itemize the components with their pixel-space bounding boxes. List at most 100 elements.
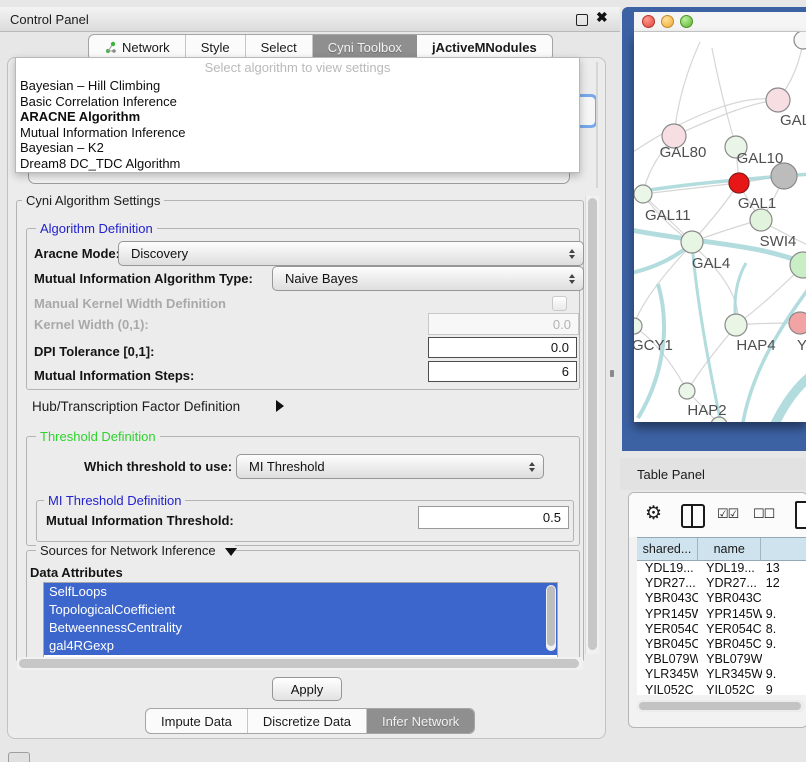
node-label-y: Y bbox=[797, 337, 806, 354]
dropdown-item-dream8-dc-tdc-algorithm[interactable]: Dream8 DC_TDC Algorithm bbox=[16, 156, 579, 172]
cyni-settings-group-title: Cyni Algorithm Settings bbox=[22, 193, 164, 208]
table-cell: YIL052C bbox=[637, 683, 698, 696]
table-row[interactable]: YPR145WYPR145W9. bbox=[637, 607, 806, 622]
dropdown-item-bayesian-k2[interactable]: Bayesian – K2 bbox=[16, 140, 579, 156]
network-node[interactable] bbox=[790, 252, 806, 278]
table-cell: 8. bbox=[762, 622, 806, 637]
spinner-arrows-icon bbox=[529, 462, 535, 472]
vertical-scrollbar-thumb[interactable] bbox=[588, 198, 597, 650]
select-all-checkboxes-icon[interactable]: ☑☑ bbox=[717, 506, 738, 522]
panel-divider-grip[interactable] bbox=[610, 370, 614, 377]
table-row[interactable]: YBR045CYBR045C9. bbox=[637, 637, 806, 652]
settings-vertical-scrollbar bbox=[585, 196, 599, 654]
table-scrollbar-thumb[interactable] bbox=[639, 702, 801, 710]
table-cell bbox=[762, 591, 806, 606]
table-row[interactable]: YDR27...YDR27...12 bbox=[637, 576, 806, 591]
expand-arrow-icon[interactable] bbox=[276, 400, 284, 412]
network-window-titlebar[interactable] bbox=[634, 12, 806, 32]
table-row[interactable]: YDL19...YDL19...13 bbox=[637, 561, 806, 576]
minimize-traffic-light[interactable] bbox=[661, 15, 674, 28]
document-icon[interactable] bbox=[795, 501, 806, 529]
network-node[interactable] bbox=[634, 185, 652, 203]
network-node[interactable] bbox=[681, 231, 703, 253]
table-cell: YLR345W bbox=[698, 667, 762, 682]
attribute-item-betweennesscentrality[interactable]: BetweennessCentrality bbox=[44, 619, 557, 637]
mi-steps-label: Mutual Information Steps: bbox=[34, 368, 194, 383]
table-cell: 9. bbox=[762, 637, 806, 652]
node-label-gal: GAL bbox=[780, 112, 806, 129]
apply-button[interactable]: Apply bbox=[272, 677, 342, 701]
mi-steps-input[interactable]: 6 bbox=[428, 361, 577, 382]
node-label-hap2: HAP2 bbox=[687, 402, 726, 419]
columns-icon[interactable] bbox=[681, 504, 705, 528]
table-row[interactable]: YLR345WYLR345W9. bbox=[637, 667, 806, 682]
network-node[interactable] bbox=[789, 312, 806, 334]
network-graph[interactable]: GALGAL80GAL10GAL11GAL1SWI4GAL4GCY1HAP4YH… bbox=[634, 32, 806, 422]
table-row[interactable]: YBL079WYBL079W bbox=[637, 652, 806, 667]
deselect-all-checkboxes-icon[interactable]: ☐☐ bbox=[753, 506, 774, 522]
gear-icon[interactable]: ⚙ bbox=[645, 502, 662, 525]
float-window-icon[interactable] bbox=[576, 14, 588, 26]
horizontal-scrollbar-thumb[interactable] bbox=[19, 659, 579, 668]
tab-impute-data[interactable]: Impute Data bbox=[146, 709, 248, 733]
attribute-item-selfloops[interactable]: SelfLoops bbox=[44, 583, 557, 601]
attribute-item-gal4rgexp[interactable]: gal4RGexp bbox=[44, 637, 557, 655]
tab-infer-network[interactable]: Infer Network bbox=[367, 709, 474, 733]
table-row[interactable]: YER054CYER054C8. bbox=[637, 622, 806, 637]
dropdown-item-aracne-algorithm[interactable]: ARACNE Algorithm bbox=[16, 109, 579, 125]
aracne-mode-value: Discovery bbox=[131, 246, 188, 261]
table-cell: YDR27... bbox=[698, 576, 762, 591]
aracne-mode-combo[interactable]: Discovery bbox=[118, 241, 584, 266]
network-icon bbox=[104, 41, 117, 54]
node-label-swi4: SWI4 bbox=[760, 233, 797, 250]
column-header-shared[interactable]: shared... bbox=[637, 538, 698, 560]
table-cell: YPR145W bbox=[698, 607, 762, 622]
network-edge bbox=[712, 48, 736, 147]
dropdown-placeholder: Select algorithm to view settings bbox=[16, 58, 579, 78]
hub-transcription-factor-label: Hub/Transcription Factor Definition bbox=[32, 399, 240, 414]
node-label-gal1: GAL1 bbox=[738, 195, 776, 212]
attribute-item-topologicalcoefficient[interactable]: TopologicalCoefficient bbox=[44, 601, 557, 619]
network-node[interactable] bbox=[794, 32, 806, 49]
table-header-row: shared...name bbox=[637, 537, 806, 561]
kernel-width-label: Kernel Width (0,1): bbox=[34, 317, 149, 332]
which-threshold-combo[interactable]: MI Threshold bbox=[236, 454, 544, 479]
table-panel: ⚙ ☑☑ ☐☐ shared...name YDL19...YDL19...13… bbox=[628, 492, 806, 728]
mi-threshold-input[interactable]: 0.5 bbox=[418, 506, 569, 529]
table-cell: YER054C bbox=[698, 622, 762, 637]
network-canvas[interactable]: GALGAL80GAL10GAL11GAL1SWI4GAL4GCY1HAP4YH… bbox=[634, 32, 806, 422]
network-node[interactable] bbox=[766, 88, 790, 112]
mi-algorithm-type-combo[interactable]: Naive Bayes bbox=[272, 266, 584, 291]
close-traffic-light[interactable] bbox=[642, 15, 655, 28]
tab-label: Select bbox=[261, 40, 297, 55]
dropdown-item-bayesian-hill-climbing[interactable]: Bayesian – Hill Climbing bbox=[16, 78, 579, 94]
algorithm-dropdown[interactable]: Select algorithm to view settings Bayesi… bbox=[15, 57, 580, 173]
network-node[interactable] bbox=[725, 314, 747, 336]
network-node[interactable] bbox=[750, 209, 772, 231]
network-node[interactable] bbox=[729, 173, 749, 193]
node-label-gal11: GAL11 bbox=[645, 207, 691, 224]
table-cell: YBL079W bbox=[637, 652, 698, 667]
dropdown-item-basic-correlation-inference[interactable]: Basic Correlation Inference bbox=[16, 94, 579, 110]
tab-discretize-data[interactable]: Discretize Data bbox=[248, 709, 367, 733]
mi-algorithm-type-value: Naive Bayes bbox=[285, 271, 358, 286]
corner-chip bbox=[8, 752, 30, 762]
table-row[interactable]: YIL052CYIL052C9 bbox=[637, 683, 806, 696]
tab-label: Discretize Data bbox=[263, 714, 351, 729]
data-attributes-label: Data Attributes bbox=[30, 565, 123, 580]
table-cell: 12 bbox=[762, 576, 806, 591]
node-label-gal10: GAL10 bbox=[737, 150, 784, 167]
network-node[interactable] bbox=[679, 383, 695, 399]
collapse-arrow-icon[interactable] bbox=[225, 548, 237, 556]
column-header-cut[interactable] bbox=[761, 538, 806, 560]
dropdown-item-mutual-information-inference[interactable]: Mutual Information Inference bbox=[16, 125, 579, 141]
table-cell: YIL052C bbox=[698, 683, 762, 696]
column-header-name[interactable]: name bbox=[698, 538, 762, 560]
close-icon[interactable]: ✖ bbox=[596, 9, 608, 26]
network-edge bbox=[674, 42, 700, 136]
spinner-arrows-icon bbox=[569, 274, 575, 284]
table-row[interactable]: YBR043CYBR043C bbox=[637, 591, 806, 606]
zoom-traffic-light[interactable] bbox=[680, 15, 693, 28]
list-scrollbar-thumb[interactable] bbox=[547, 586, 555, 646]
dpi-tolerance-input[interactable]: 0.0 bbox=[428, 337, 577, 358]
